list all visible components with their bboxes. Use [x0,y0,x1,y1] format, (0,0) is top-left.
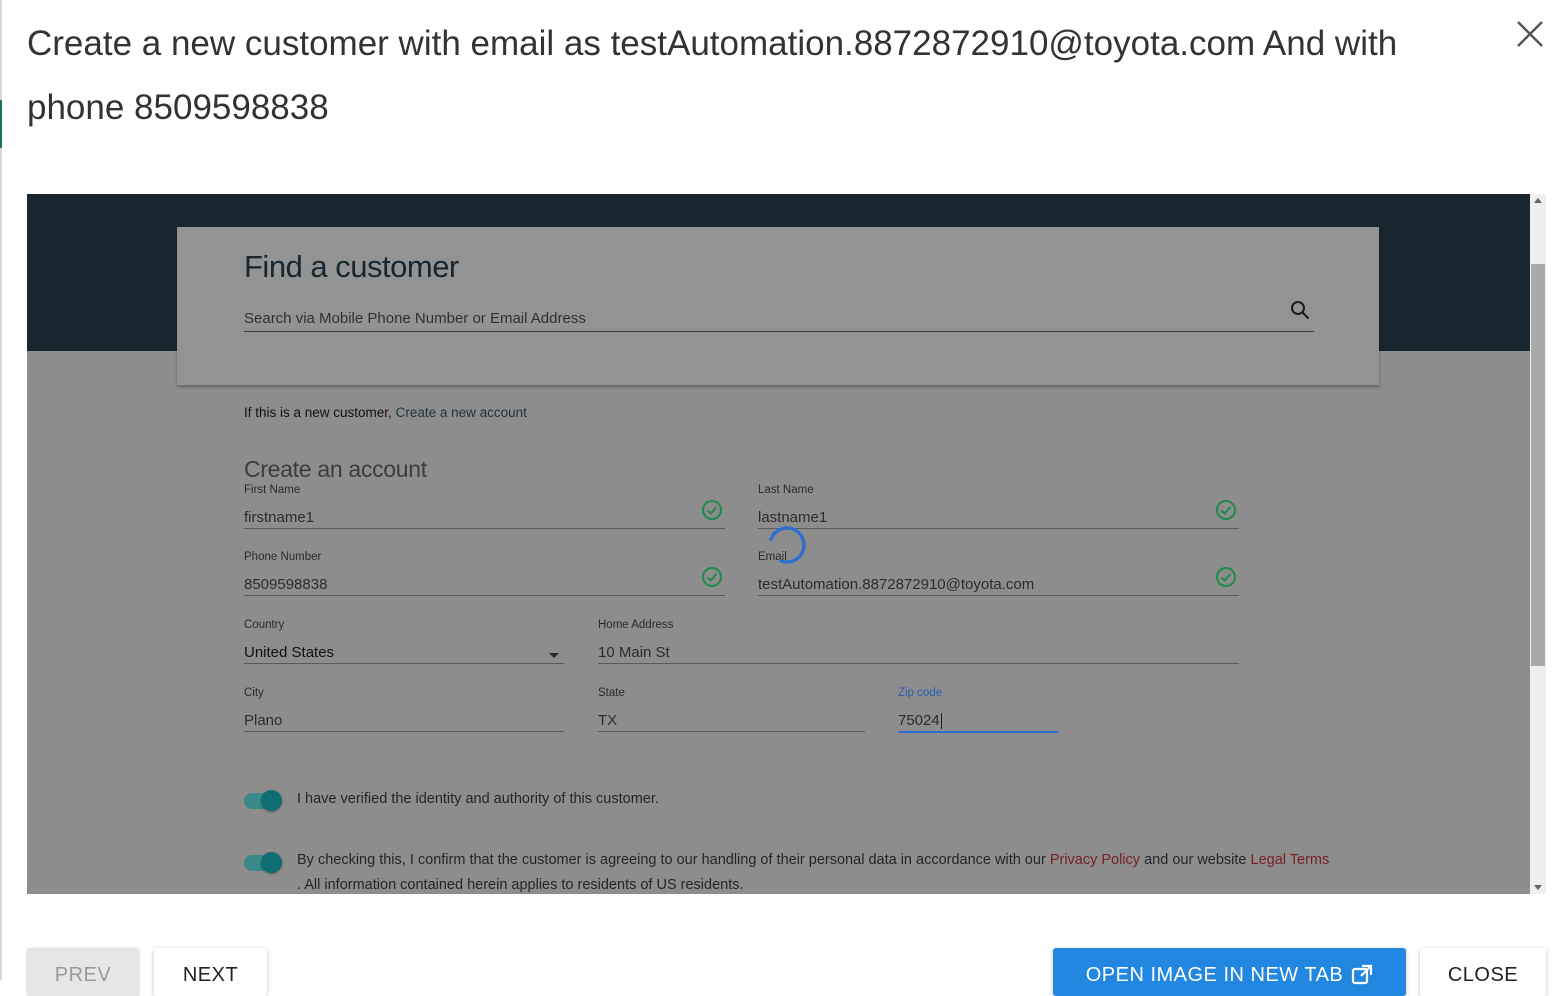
close-icon[interactable] [1512,16,1548,52]
last-name-field[interactable]: Last Name lastname1 [758,484,1239,529]
dialog-title: Create a new customer with email as test… [27,24,1398,127]
phone-number-value: 8509598838 [244,576,328,593]
find-customer-card: Find a customer [177,227,1379,385]
city-value: Plano [244,712,283,729]
state-field[interactable]: State TX [598,687,865,732]
caret-down-icon[interactable] [549,653,559,658]
check-circle-icon [1216,500,1236,520]
phone-number-field[interactable]: Phone Number 8509598838 [244,551,725,596]
state-value: TX [598,712,618,729]
country-value: United States [244,644,335,661]
prev-button[interactable]: PREV [27,948,139,996]
last-name-label: Last Name [758,484,814,496]
city-field[interactable]: City Plano [244,687,564,732]
scroll-down-icon[interactable] [1534,885,1542,890]
find-customer-title: Find a customer [244,249,459,284]
zip-code-value: 75024 [898,712,940,729]
home-address-label: Home Address [598,619,674,631]
privacy-consent-text: By checking this, I confirm that the cus… [297,848,1337,894]
privacy-policy-link[interactable]: Privacy Policy [1050,852,1140,868]
email-field[interactable]: Email testAutomation.8872872910@toyota.c… [758,551,1239,596]
next-button[interactable]: NEXT [154,948,267,996]
external-link-icon [1352,964,1373,985]
country-label: Country [244,619,285,631]
first-name-label: First Name [244,484,301,496]
check-circle-icon [1216,567,1236,587]
scrollbar-thumb[interactable] [1531,264,1545,666]
website-text: website [1197,852,1247,868]
close-button[interactable]: CLOSE [1420,948,1546,996]
identity-verified-toggle[interactable] [244,788,284,814]
open-image-in-new-tab-button[interactable]: OPEN IMAGE IN NEW TAB [1053,948,1406,996]
loading-spinner-icon [768,526,806,564]
open-image-label: OPEN IMAGE IN NEW TAB [1085,964,1344,986]
screenshot-scrollbar[interactable] [1530,194,1546,894]
screenshot-image: Find a customer If this is a new custome… [27,194,1546,894]
phone-number-label: Phone Number [244,551,322,563]
privacy-consent-toggle[interactable] [244,850,284,876]
privacy-prefix-text: By checking this, I confirm that the cus… [297,852,1046,868]
new-customer-prompt: If this is a new customer, Create a new … [244,405,527,420]
home-address-value: 10 Main St [598,644,670,661]
privacy-mid-text: and our [1144,852,1194,868]
first-name-value: firstname1 [244,509,315,526]
state-label: State [598,687,625,699]
toggle-knob [261,790,282,811]
create-account-title: Create an account [244,456,427,482]
country-select[interactable]: Country United States [244,619,564,664]
zip-code-value-wrap: 75024 [898,712,942,730]
create-new-account-link[interactable]: Create a new account [396,405,527,420]
privacy-suffix-text: . All information contained herein appli… [297,877,744,893]
search-icon[interactable] [1289,299,1311,321]
email-value: testAutomation.8872872910@toyota.com [758,576,1035,593]
scroll-up-icon[interactable] [1534,198,1542,203]
window-left-accent [0,100,2,148]
new-customer-text: If this is a new customer, [244,405,392,420]
city-label: City [244,687,264,699]
first-name-field[interactable]: First Name firstname1 [244,484,725,529]
toggle-knob [261,852,282,873]
home-address-field[interactable]: Home Address 10 Main St [598,619,1239,664]
identity-verified-text: I have verified the identity and authori… [297,791,659,807]
check-circle-icon [702,500,722,520]
customer-search-input[interactable] [244,305,1314,332]
zip-code-label: Zip code [898,687,943,699]
text-cursor [940,713,942,730]
zip-code-field[interactable]: Zip code 75024 [898,687,1058,733]
legal-terms-link[interactable]: Legal Terms [1251,852,1330,868]
check-circle-icon [702,567,722,587]
